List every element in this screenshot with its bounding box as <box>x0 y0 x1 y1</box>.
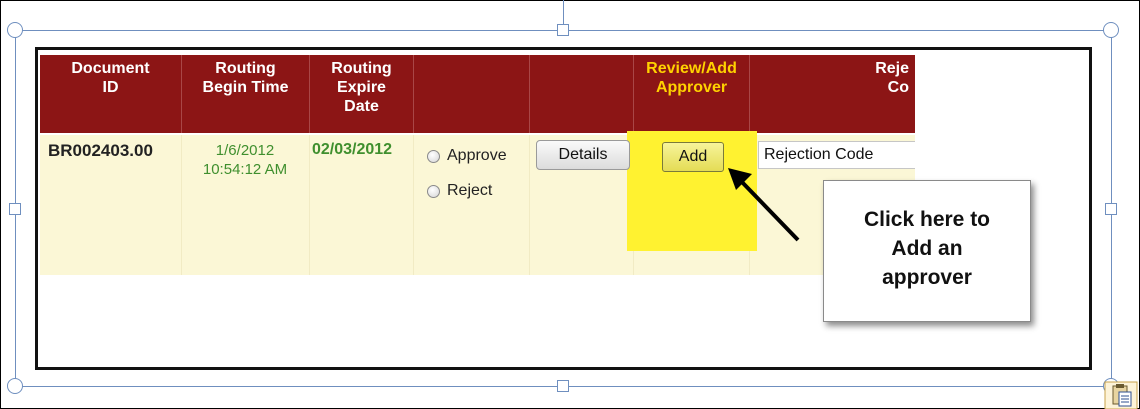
header-document-id: Document ID <box>40 55 182 133</box>
approve-label: Approve <box>447 147 507 164</box>
resize-handle-top-right[interactable] <box>1103 22 1119 38</box>
paste-options-icon[interactable] <box>1104 381 1138 409</box>
callout-box: Click here to Add an approver <box>823 180 1031 322</box>
approve-radio[interactable] <box>427 149 440 163</box>
header-review-add-approver: Review/Add Approver <box>634 55 750 133</box>
details-button[interactable]: Details <box>536 140 630 170</box>
add-approver-button[interactable]: Add <box>662 142 724 172</box>
pointer-arrow <box>728 168 800 242</box>
header-routing-begin-time: Routing Begin Time <box>182 55 310 133</box>
routing-expire-value: 02/03/2012 <box>312 141 393 158</box>
resize-handle-top[interactable] <box>557 24 569 36</box>
resize-handle-bottom-left[interactable] <box>7 378 23 394</box>
reject-option[interactable]: Reject <box>427 182 492 200</box>
header-routing-expire-date: Routing Expire Date <box>310 55 414 133</box>
resize-handle-left[interactable] <box>9 203 21 215</box>
resize-handle-top-left[interactable] <box>7 22 23 38</box>
header-rejection-code: Reje Co <box>750 55 915 133</box>
reject-label: Reject <box>447 182 493 199</box>
routing-begin-value: 1/6/2012 10:54:12 AM <box>202 142 288 178</box>
reject-radio[interactable] <box>427 184 440 198</box>
document-id-value: BR002403.00 <box>48 141 153 160</box>
approve-option[interactable]: Approve <box>427 147 507 165</box>
header-action <box>414 55 530 133</box>
header-details <box>530 55 634 133</box>
resize-handle-bottom[interactable] <box>557 380 569 392</box>
resize-handle-right[interactable] <box>1105 203 1117 215</box>
